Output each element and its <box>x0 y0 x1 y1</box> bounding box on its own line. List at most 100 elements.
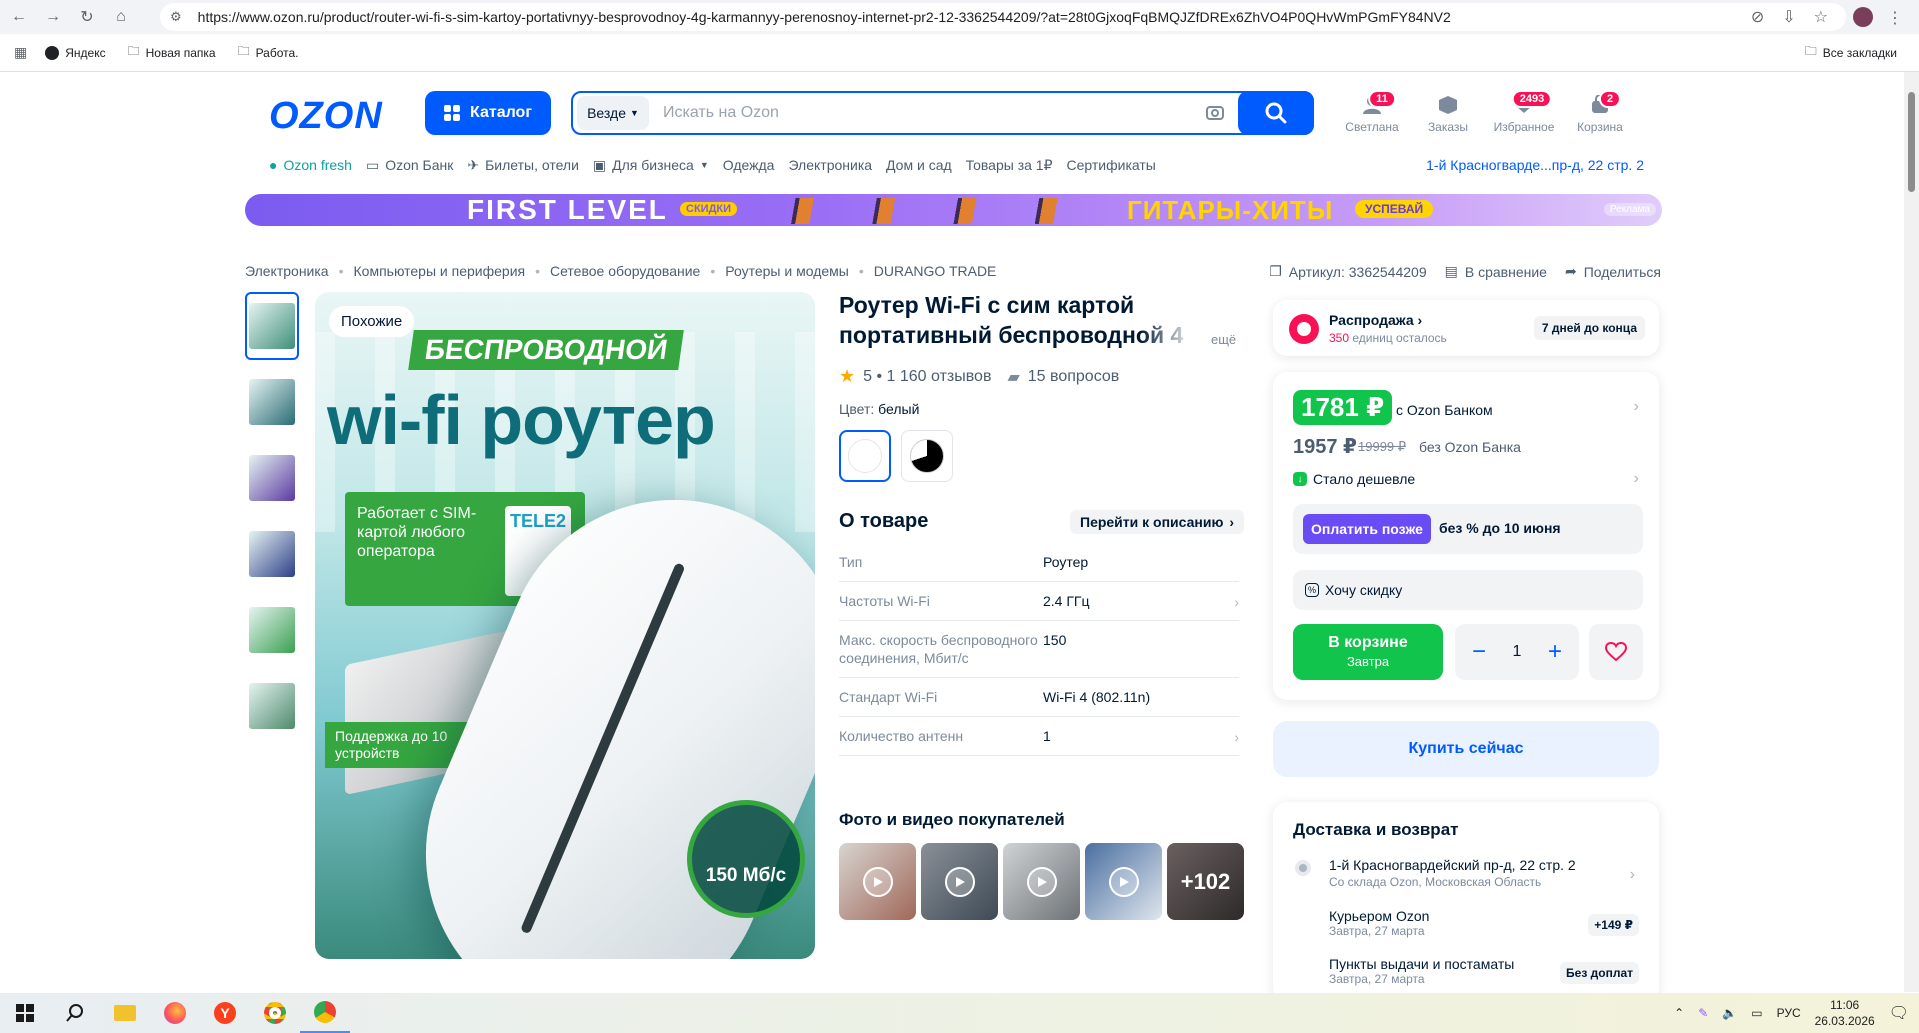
pay-later-button[interactable]: Оплатить позже <box>1303 514 1431 544</box>
nav-ozon-fresh[interactable]: ● Ozon fresh <box>269 157 352 173</box>
language-indicator[interactable]: РУС <box>1777 1006 1801 1020</box>
volume-icon[interactable]: 🔈 <box>1722 1006 1737 1020</box>
spec-row[interactable]: Частоты Wi-Fi 2.4 ГГц › <box>839 582 1239 621</box>
nav-home-garden[interactable]: Дом и сад <box>886 157 952 173</box>
chrome-icon[interactable] <box>250 993 300 1033</box>
nav-ozon-bank[interactable]: ▭ Ozon Банк <box>366 157 453 174</box>
catalog-button[interactable]: Каталог <box>425 91 551 135</box>
profile-avatar[interactable] <box>1853 7 1873 27</box>
url-field[interactable]: ⚙ https://www.ozon.ru/product/router-wi-… <box>160 3 1846 31</box>
yandex-browser-icon[interactable]: Y <box>200 993 250 1033</box>
nav-electronics[interactable]: Электроника <box>788 157 872 173</box>
nav-clothes[interactable]: Одежда <box>723 157 775 173</box>
plane-icon: ✈ <box>467 156 480 173</box>
header-profile-button[interactable]: Светлана 11 <box>1334 90 1410 134</box>
swatch-black[interactable] <box>901 430 953 482</box>
breadcrumb-item[interactable]: Компьютеры и периферия <box>354 263 526 279</box>
questions-link[interactable]: 15 вопросов <box>1028 368 1120 386</box>
reload-icon[interactable]: ↻ <box>72 2 102 32</box>
apps-icon[interactable]: ▦ <box>14 44 27 61</box>
nav-certificates[interactable]: Сертификаты <box>1067 157 1156 173</box>
customer-photo[interactable] <box>921 843 998 920</box>
go-to-description-button[interactable]: Перейти к описанию › <box>1070 510 1245 534</box>
chevron-right-icon[interactable]: › <box>1630 866 1635 884</box>
breadcrumb-item[interactable]: DURANGO TRADE <box>874 263 997 279</box>
search-icon <box>1265 102 1287 124</box>
install-icon[interactable]: ⇩ <box>1782 7 1795 27</box>
all-bookmarks[interactable]: 🗀 Все закладки <box>1805 42 1897 63</box>
breadcrumb-item[interactable]: Электроника <box>245 263 329 279</box>
tracking-off-icon[interactable]: ⊘ <box>1751 7 1764 27</box>
delivery-address[interactable]: 1-й Красногвардейский пр-д, 22 стр. 2 <box>1329 857 1576 873</box>
delivery-location-link[interactable]: 1-й Красногварде...пр-д, 22 стр. 2 <box>1426 157 1644 173</box>
want-discount-button[interactable]: % Хочу скидку <box>1293 570 1643 610</box>
sale-banner[interactable]: Распродажа › 350 единиц осталось 7 дней … <box>1273 300 1659 356</box>
article-number[interactable]: ❐ Артикул: 3362544209 <box>1269 263 1426 280</box>
chevron-right-icon[interactable]: › <box>1634 398 1639 416</box>
delivery-pickup[interactable]: Пункты выдачи и постаматы Завтра, 27 мар… <box>1329 956 1639 986</box>
search-bar: Везде ▼ <box>571 91 1314 135</box>
nav-goods-1rub[interactable]: Товары за 1₽ <box>966 157 1053 174</box>
clock[interactable]: 11:06 26.03.2026 <box>1815 997 1875 1029</box>
title-more-link[interactable]: ещё <box>1211 332 1236 347</box>
star-icon[interactable]: ☆ <box>1814 7 1828 27</box>
breadcrumb-item[interactable]: Сетевое оборудование <box>550 263 700 279</box>
forward-icon[interactable]: → <box>38 2 68 32</box>
delivery-courier[interactable]: Курьером Ozon Завтра, 27 марта +149 ₽ <box>1329 908 1639 938</box>
start-icon[interactable] <box>0 993 50 1033</box>
header-cart-button[interactable]: Корзина 2 <box>1562 90 1638 134</box>
page-scrollbar[interactable] <box>1904 72 1919 992</box>
spec-row[interactable]: Количество антенн 1 › <box>839 717 1239 756</box>
firefox-icon[interactable] <box>150 993 200 1033</box>
network-icon[interactable]: ▭ <box>1751 1006 1762 1020</box>
customer-photo[interactable] <box>1003 843 1080 920</box>
price-dropped[interactable]: ↓ Стало дешевле <box>1293 471 1415 487</box>
nav-tickets[interactable]: ✈ Билеты, отели <box>467 157 579 174</box>
ozon-logo[interactable]: OZON <box>269 95 383 138</box>
header-heart-button[interactable]: Избранное 2493 <box>1486 90 1562 134</box>
header-orders-button[interactable]: Заказы <box>1410 90 1486 134</box>
banner-hurry-button[interactable]: УСПЕВАЙ <box>1355 200 1434 218</box>
bookmark-yandex[interactable]: Яндекс <box>45 45 106 60</box>
back-icon[interactable]: ← <box>4 2 34 32</box>
share-button[interactable]: ➦ Поделиться <box>1565 263 1661 280</box>
menu-icon[interactable]: ⋮ <box>1887 8 1903 28</box>
customer-photo[interactable] <box>1085 843 1162 920</box>
thumbnail[interactable] <box>245 520 299 588</box>
bookmark-new-folder[interactable]: 🗀 Новая папка <box>128 42 216 63</box>
ad-banner[interactable]: FIRST LEVEL СКИДКИ ГИТАРЫ-ХИТЫ УСПЕВАЙ Р… <box>245 194 1662 226</box>
breadcrumb-item[interactable]: Роутеры и модемы <box>725 263 849 279</box>
favorite-button[interactable] <box>1589 624 1643 680</box>
search-scope-select[interactable]: Везде ▼ <box>577 96 649 130</box>
customer-photo[interactable] <box>839 843 916 920</box>
search-button[interactable] <box>1238 91 1314 135</box>
camera-icon[interactable] <box>1206 104 1224 120</box>
more-photos[interactable]: +102 <box>1167 843 1244 920</box>
chrome-profile-icon[interactable] <box>300 993 350 1033</box>
product-main-image[interactable]: БЕСПРОВОДНОЙ wi-fi роутер Работает с SIM… <box>315 292 815 959</box>
search-icon[interactable] <box>50 993 100 1033</box>
thumbnail[interactable] <box>245 292 299 360</box>
nav-business[interactable]: ▣ Для бизнеса ▼ <box>593 157 709 174</box>
buy-now-button[interactable]: Купить сейчас <box>1273 721 1659 777</box>
scrollbar-thumb[interactable] <box>1908 92 1915 192</box>
chevron-right-icon[interactable]: › <box>1634 470 1639 488</box>
swatch-white[interactable] <box>839 430 891 482</box>
home-icon[interactable]: ⌂ <box>106 2 136 32</box>
notifications-icon[interactable]: 🗨 <box>1889 1003 1909 1023</box>
in-cart-button[interactable]: В корзине Завтра <box>1293 624 1443 680</box>
thumbnail[interactable] <box>245 368 299 436</box>
thumbnail[interactable] <box>245 672 299 740</box>
thumbnail[interactable] <box>245 444 299 512</box>
similar-button[interactable]: Похожие <box>329 306 415 337</box>
thumbnail[interactable] <box>245 596 299 664</box>
compare-button[interactable]: ▤ В сравнение <box>1445 263 1547 280</box>
decrease-button[interactable]: − <box>1465 638 1493 666</box>
increase-button[interactable]: + <box>1541 638 1569 666</box>
reviews-link[interactable]: 5 • 1 160 отзывов <box>863 368 991 386</box>
file-explorer-icon[interactable] <box>100 993 150 1033</box>
pen-icon[interactable]: ✎ <box>1698 1006 1708 1020</box>
chevron-up-icon[interactable]: ⌃ <box>1674 1006 1684 1020</box>
bookmark-work[interactable]: 🗀 Работа. <box>238 42 299 63</box>
site-info-icon[interactable]: ⚙ <box>170 9 182 25</box>
